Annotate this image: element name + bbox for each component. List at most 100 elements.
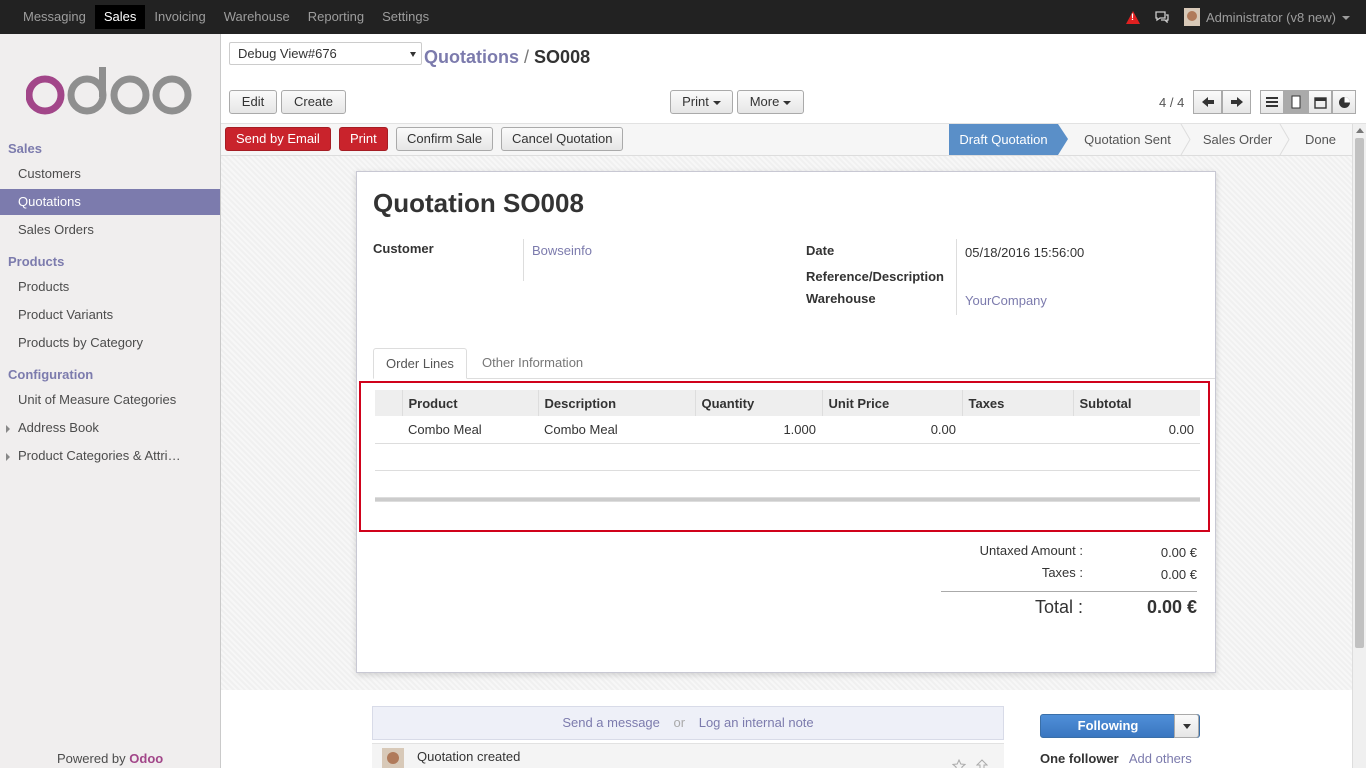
odoo-logo[interactable] [26, 67, 194, 115]
user-menu[interactable]: Administrator (v8 new) [1206, 10, 1350, 25]
cell-product[interactable]: Combo Meal [402, 416, 538, 444]
field-divider [523, 239, 524, 281]
column-taxes[interactable]: Taxes [961, 390, 1073, 416]
top-navbar: Messaging Sales Invoicing Warehouse Repo… [0, 0, 1366, 34]
column-description[interactable]: Description [537, 390, 695, 416]
send-by-email-button[interactable]: Send by Email [225, 127, 331, 151]
column-unit-price[interactable]: Unit Price [821, 390, 962, 416]
breadcrumb-current: SO008 [534, 47, 591, 67]
warning-icon[interactable] [1125, 10, 1140, 24]
stage-draft-quotation[interactable]: Draft Quotation [949, 124, 1058, 155]
untaxed-amount-value: 0.00 € [1160, 545, 1197, 560]
sidebar-item-uom-categories[interactable]: Unit of Measure Categories [0, 387, 220, 413]
sidebar-item-label: Product Categories & Attri… [18, 448, 181, 463]
stage-quotation-sent[interactable]: Quotation Sent [1071, 124, 1184, 155]
main-scrollbar[interactable] [1352, 124, 1366, 768]
cell-quantity[interactable]: 1.000 [695, 416, 822, 444]
warehouse-link[interactable]: YourCompany [965, 293, 1047, 308]
chat-icon[interactable] [1154, 9, 1170, 25]
stage-sales-order[interactable]: Sales Order [1193, 124, 1282, 155]
menu-settings[interactable]: Settings [373, 5, 438, 29]
column-product[interactable]: Product [401, 390, 538, 416]
taxes-label: Taxes : [1041, 565, 1083, 580]
sidebar-item-product-categories[interactable]: Product Categories & Attri… [0, 443, 220, 469]
date-label: Date [806, 243, 835, 258]
sidebar-item-customers[interactable]: Customers [0, 161, 220, 187]
more-dropdown-label: More [749, 94, 780, 109]
sidebar-item-sales-orders[interactable]: Sales Orders [0, 217, 220, 243]
menu-messaging[interactable]: Messaging [14, 5, 95, 29]
confirm-sale-button[interactable]: Confirm Sale [396, 127, 494, 151]
form-icon [1291, 95, 1301, 109]
menu-reporting[interactable]: Reporting [299, 5, 373, 29]
menu-warehouse[interactable]: Warehouse [215, 5, 299, 29]
total-value: 0.00 € [1146, 597, 1197, 617]
reply-icon[interactable] [976, 759, 988, 768]
pager-previous-button[interactable] [1193, 90, 1222, 114]
cell-description[interactable]: Combo Meal [538, 416, 695, 444]
breadcrumb-quotations[interactable]: Quotations [424, 47, 519, 67]
pager-value: 4 / 4 [1159, 95, 1185, 110]
log-note-link[interactable]: Log an internal note [699, 715, 814, 730]
menu-invoicing[interactable]: Invoicing [145, 5, 214, 29]
following-dropdown-icon[interactable] [1174, 714, 1199, 738]
reference-label: Reference/Description [806, 269, 944, 284]
cell-unit-price[interactable]: 0.00 [822, 416, 962, 444]
tab-other-information[interactable]: Other Information [470, 348, 595, 379]
sidebar-item-quotations[interactable]: Quotations [0, 189, 220, 215]
sidebar-item-label: Address Book [18, 420, 99, 435]
cell-subtotal: 0.00 [1073, 416, 1200, 444]
pager-next-button[interactable] [1222, 90, 1251, 114]
caret-down-icon [712, 100, 721, 105]
user-avatar[interactable] [1183, 8, 1200, 26]
following-button[interactable]: Following [1040, 714, 1200, 738]
sidebar-item-address-book[interactable]: Address Book [0, 415, 220, 441]
scrollbar-thumb[interactable] [1355, 138, 1364, 648]
form-view-button[interactable] [1284, 90, 1308, 114]
more-dropdown-button[interactable]: More [737, 90, 804, 114]
order-lines-table: Product Description Quantity Unit Price … [375, 390, 1200, 502]
column-quantity[interactable]: Quantity [694, 390, 822, 416]
table-footer [375, 497, 1200, 502]
tab-order-lines[interactable]: Order Lines [373, 348, 467, 379]
list-view-button[interactable] [1260, 90, 1284, 114]
form-content: Quotation SO008 Customer Bowseinfo Date … [221, 156, 1352, 690]
composer-or: or [673, 715, 686, 730]
debug-view-select[interactable]: Debug View#676 [229, 42, 422, 65]
column-subtotal[interactable]: Subtotal [1072, 390, 1200, 416]
print-button[interactable]: Print [339, 127, 388, 151]
list-icon [1266, 97, 1278, 107]
field-divider [956, 239, 957, 315]
print-dropdown-button[interactable]: Print [670, 90, 733, 114]
create-button[interactable]: Create [281, 90, 346, 114]
menu-sales[interactable]: Sales [94, 5, 146, 29]
sidebar-section-products: Products [8, 254, 65, 269]
cancel-quotation-button[interactable]: Cancel Quotation [501, 127, 624, 151]
powered-by-link[interactable]: Odoo [129, 751, 163, 766]
sidebar-item-products-by-category[interactable]: Products by Category [0, 330, 220, 356]
star-icon[interactable] [952, 759, 966, 768]
stage-divider-icon [1279, 124, 1290, 155]
scroll-up-icon[interactable] [1356, 128, 1364, 133]
graph-view-button[interactable] [1332, 90, 1356, 114]
empty-row [375, 443, 1200, 471]
debug-view-value: Debug View#676 [238, 46, 337, 61]
quotation-title: Quotation SO008 [373, 188, 584, 218]
customer-link[interactable]: Bowseinfo [532, 243, 592, 258]
calendar-view-button[interactable] [1308, 90, 1332, 114]
add-others-link[interactable]: Add others [1129, 751, 1192, 766]
sidebar-item-products[interactable]: Products [0, 274, 220, 300]
breadcrumb: Quotations / SO008 [424, 47, 590, 68]
powered-by: Powered by Odoo [57, 751, 163, 766]
table-row[interactable]: Combo Meal Combo Meal 1.000 0.00 0.00 [375, 416, 1200, 444]
followers-info: One follower Add others [1040, 751, 1192, 766]
followers-count[interactable]: One follower [1040, 751, 1119, 766]
cell-taxes[interactable] [962, 416, 1073, 444]
main-menu: Messaging Sales Invoicing Warehouse Repo… [14, 5, 438, 29]
sidebar-item-product-variants[interactable]: Product Variants [0, 302, 220, 328]
send-message-link[interactable]: Send a message [562, 715, 660, 730]
edit-button[interactable]: Edit [229, 90, 277, 114]
user-name: Administrator (v8 new) [1205, 9, 1336, 25]
stage-done[interactable]: Done [1293, 124, 1348, 155]
sidebar-section-configuration: Configuration [8, 367, 94, 382]
